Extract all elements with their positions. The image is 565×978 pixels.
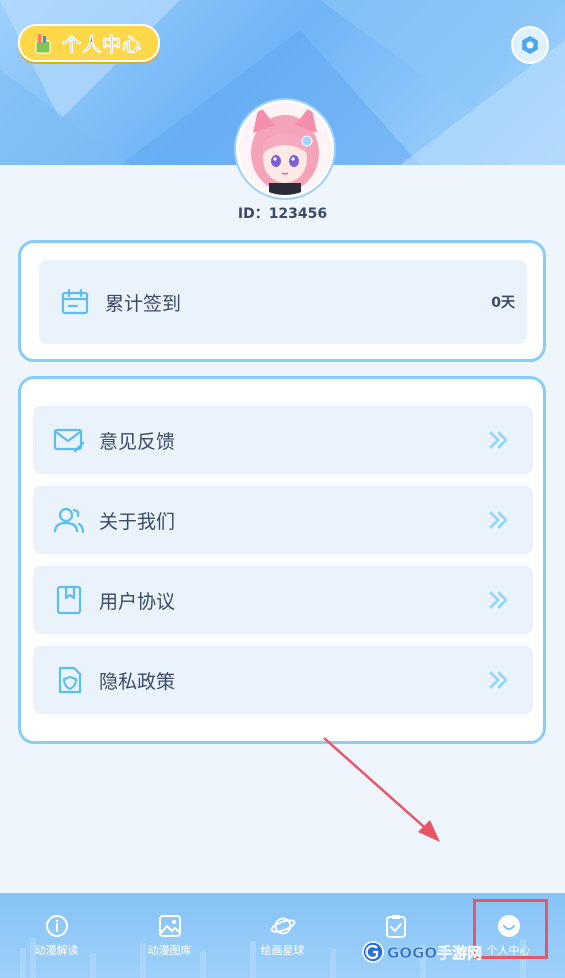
avatar[interactable] xyxy=(236,100,334,198)
menu-item-label: 关于我们 xyxy=(99,510,176,533)
double-chevron-right-icon xyxy=(487,508,511,532)
tab-drawing-planet[interactable]: 绘画星球 xyxy=(226,893,339,978)
watermark-logo-icon xyxy=(362,941,384,963)
settings-icon xyxy=(522,36,538,54)
info-icon xyxy=(44,913,70,939)
tab-anime-interpretation[interactable]: 动漫解读 xyxy=(0,893,113,978)
user-id: ID：123456 xyxy=(237,206,328,222)
checkin-value: 0天 xyxy=(491,295,515,311)
bookmark-icon xyxy=(53,584,85,616)
double-chevron-right-icon xyxy=(487,428,511,452)
double-chevron-right-icon xyxy=(487,668,511,692)
image-icon xyxy=(157,913,183,939)
menu-item-label: 隐私政策 xyxy=(99,670,176,693)
menu-item-about[interactable]: 关于我们 xyxy=(33,486,533,554)
menu-card: 意见反馈 关于我们 用户协议 隐私政策 xyxy=(18,376,546,744)
menu-item-label: 意见反馈 xyxy=(99,430,176,453)
menu-item-feedback[interactable]: 意见反馈 xyxy=(33,406,533,474)
tab-anime-gallery[interactable]: 动漫图库 xyxy=(113,893,226,978)
planet-icon xyxy=(270,913,296,939)
settings-button[interactable] xyxy=(511,26,549,64)
page-title-badge: 个人中心 xyxy=(18,24,161,62)
watermark-text: GOGO手游网 xyxy=(387,943,483,962)
mail-icon xyxy=(53,424,85,456)
watermark: GOGO手游网 xyxy=(362,940,482,964)
page-title: 个人中心 xyxy=(62,33,143,56)
clipboard-check-icon xyxy=(383,913,409,939)
checkin-row[interactable]: 累计签到 0天 xyxy=(39,260,527,344)
calendar-icon xyxy=(59,286,91,318)
tab-label: 动漫解读 xyxy=(34,944,79,957)
pencil-cup-icon xyxy=(35,34,51,54)
tab-checklist[interactable] xyxy=(339,893,452,978)
avatar-image xyxy=(239,103,331,195)
menu-item-user-agreement[interactable]: 用户协议 xyxy=(33,566,533,634)
tab-label: 动漫图库 xyxy=(147,944,192,957)
checkin-label: 累计签到 xyxy=(105,292,182,315)
active-tab-highlight xyxy=(473,899,548,959)
menu-item-privacy-policy[interactable]: 隐私政策 xyxy=(33,646,533,714)
shield-icon xyxy=(53,664,85,696)
checkin-card: 累计签到 0天 xyxy=(18,240,546,362)
users-icon xyxy=(53,504,85,536)
menu-item-label: 用户协议 xyxy=(99,590,176,613)
double-chevron-right-icon xyxy=(487,588,511,612)
tab-label: 绘画星球 xyxy=(260,944,305,957)
